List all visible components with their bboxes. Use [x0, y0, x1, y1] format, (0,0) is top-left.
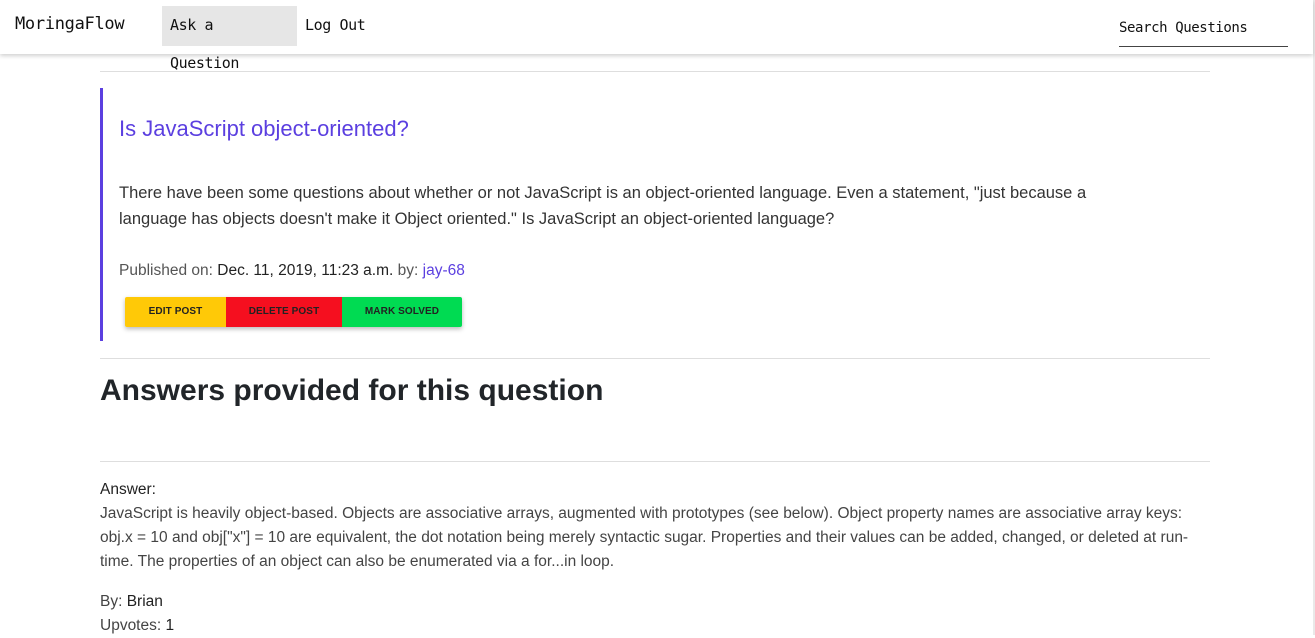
answer-upvotes-row: Upvotes: 1	[100, 614, 1200, 638]
divider	[100, 71, 1210, 72]
question-title[interactable]: Is JavaScript object-oriented?	[119, 116, 409, 142]
mark-solved-button[interactable]: MARK SOLVED	[342, 297, 462, 327]
answer-by-label: By:	[100, 593, 123, 610]
logout-link[interactable]: Log Out	[297, 6, 373, 46]
published-date: Dec. 11, 2019, 11:23 a.m.	[217, 262, 394, 279]
search-input[interactable]	[1119, 10, 1288, 47]
author-link[interactable]: jay-68	[423, 262, 465, 279]
divider	[100, 461, 1210, 462]
by-label: by:	[397, 262, 419, 279]
question-card: Is JavaScript object-oriented? There hav…	[100, 88, 1210, 341]
divider	[100, 358, 1210, 359]
published-label: Published on:	[119, 262, 213, 279]
question-body: There have been some questions about whe…	[119, 184, 1087, 228]
upvotes-label: Upvotes:	[100, 617, 162, 634]
ask-question-link[interactable]: Ask a Question	[162, 6, 297, 72]
answer-item: Answer: JavaScript is heavily object-bas…	[100, 478, 1200, 638]
question-meta: Published on: Dec. 11, 2019, 11:23 a.m. …	[119, 262, 465, 280]
edit-post-button[interactable]: EDIT POST	[125, 297, 226, 327]
delete-post-button[interactable]: DELETE POST	[226, 297, 342, 327]
answer-text: JavaScript is heavily object-based. Obje…	[100, 505, 1189, 570]
answer-author: Brian	[126, 593, 163, 610]
answer-author-row: By: Brian	[100, 590, 1200, 614]
answer-label: Answer:	[100, 481, 156, 498]
answers-heading: Answers provided for this question	[100, 374, 604, 407]
brand-logo[interactable]: MoringaFlow	[15, 14, 125, 34]
upvotes-count: 1	[165, 617, 175, 634]
post-actions: EDIT POST DELETE POST MARK SOLVED	[125, 297, 462, 327]
top-navbar: MoringaFlow Ask a Question Log Out	[0, 0, 1313, 72]
